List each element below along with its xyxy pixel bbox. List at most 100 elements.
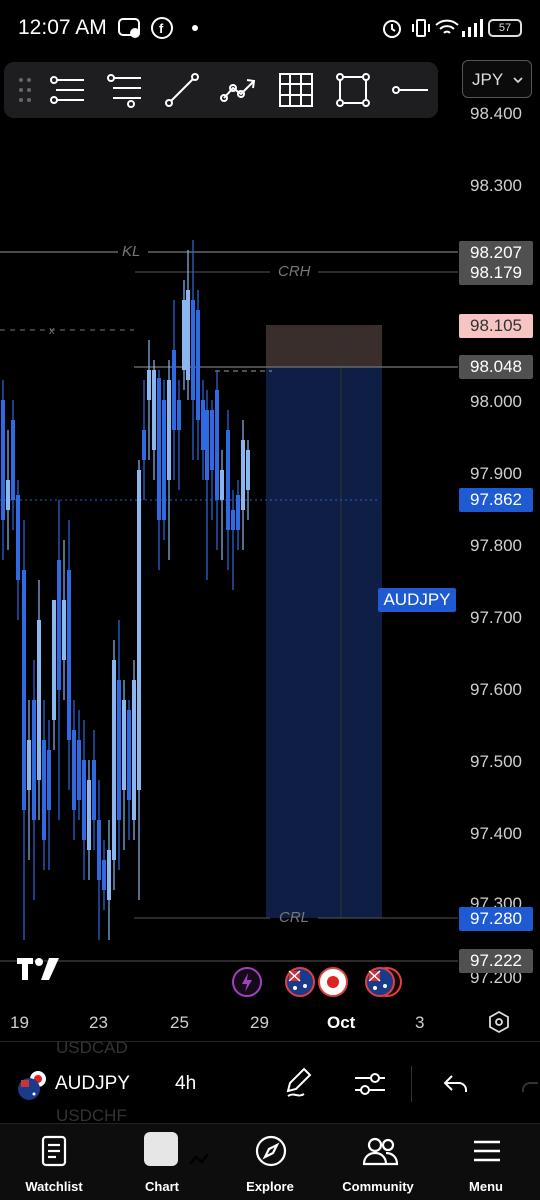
au-flag-event-icon[interactable] (365, 967, 395, 997)
wifi-icon (435, 19, 459, 34)
candle-body (72, 730, 76, 810)
redo-icon[interactable] (520, 1072, 540, 1096)
symbol-name[interactable]: AUDJPY (55, 1073, 130, 1095)
divider (411, 1066, 412, 1102)
ghost-symbol-above: USDCAD (56, 1038, 128, 1057)
nav-chart-label: Chart (145, 1179, 179, 1194)
facebook-icon: f (151, 17, 173, 39)
price-label: 97.400 (470, 824, 522, 843)
undo-icon[interactable] (442, 1072, 470, 1096)
community-icon (362, 1137, 399, 1166)
price-label: 98.300 (470, 176, 522, 195)
candles (1, 240, 250, 940)
price-label: 98.000 (470, 392, 522, 411)
candle-body (117, 680, 121, 820)
date-label: 3 (415, 1013, 425, 1032)
tradingview-logo (17, 958, 59, 980)
vibrate-icon (412, 19, 430, 37)
stop-loss-zone[interactable] (266, 325, 382, 367)
alarm-icon (383, 20, 401, 38)
price-label: 98.400 (470, 104, 522, 123)
watchlist-icon (41, 1135, 67, 1167)
candle-body (142, 430, 146, 460)
nav-watchlist[interactable]: Watchlist (0, 1124, 108, 1200)
symbol-price-tag: AUDJPY (378, 588, 456, 612)
battery-icon: 57 (488, 19, 522, 37)
pen-icon[interactable] (284, 1065, 316, 1101)
candle-body (226, 430, 230, 530)
crl-price-tag[interactable]: 97.280 (459, 907, 533, 931)
candle-body (67, 570, 71, 740)
hamburger-menu-icon (474, 1140, 500, 1162)
candlestick-chart[interactable]: x (0, 100, 540, 1005)
nav-menu[interactable]: Menu (432, 1124, 540, 1200)
lightning-event-icon[interactable] (232, 967, 262, 997)
bottom-nav: Watchlist Chart Explore Community Menu (0, 1123, 540, 1200)
stop-price-tag[interactable]: 98.105 (459, 314, 533, 338)
candle-body (37, 620, 41, 780)
candle-body (157, 378, 161, 520)
candle-body (47, 750, 51, 810)
candle-body (132, 680, 136, 820)
candle-body (102, 860, 106, 890)
candle-body (167, 380, 171, 480)
candle-body (137, 470, 141, 790)
candle-body (231, 510, 235, 530)
candle-body (22, 570, 26, 810)
au-flag-event-icon[interactable] (285, 967, 315, 997)
status-bar: 12:07 AM f 57 (0, 0, 540, 56)
candle-body (57, 560, 61, 690)
date-label: 29 (250, 1013, 269, 1032)
nav-menu-label: Menu (469, 1179, 503, 1194)
candle-body (122, 700, 126, 790)
candle-body (42, 740, 46, 840)
jp-flag-event-icon[interactable] (318, 967, 348, 997)
chart-icon (144, 1132, 209, 1166)
date-axis[interactable]: 19 23 25 29 Oct 3 (0, 1005, 540, 1041)
candle-body (152, 370, 156, 450)
candle-body (246, 450, 250, 490)
currency-select[interactable]: JPY (462, 60, 532, 98)
candle-body (62, 600, 66, 660)
date-label: 25 (170, 1013, 189, 1032)
candle-body (127, 710, 131, 800)
settings-hexagon-icon[interactable] (487, 1010, 511, 1034)
candle-body (215, 390, 219, 500)
nav-explore[interactable]: Explore (216, 1124, 324, 1200)
candle-body (27, 740, 31, 790)
candle-body (205, 410, 209, 480)
candle-body (32, 700, 36, 820)
current-price-tag[interactable]: 97.862 (459, 488, 533, 512)
profit-target-zone[interactable] (266, 367, 382, 918)
candle-body (201, 400, 205, 450)
candle-body (196, 310, 200, 420)
signal-icon (462, 19, 483, 37)
low-price-tag[interactable]: 97.222 (459, 949, 533, 973)
candle-body (87, 780, 91, 850)
candle-body (182, 300, 186, 370)
candle-body (77, 740, 81, 800)
au-flag-icon (18, 1071, 46, 1100)
entry-price-tag[interactable]: 98.048 (459, 355, 533, 379)
candle-body (172, 350, 176, 430)
indicators-icon[interactable] (353, 1069, 387, 1099)
crl-label: CRL (279, 909, 310, 926)
timeframe-button[interactable]: 4h (175, 1073, 196, 1095)
nav-chart[interactable]: Chart (108, 1124, 216, 1200)
price-chart[interactable]: x KL CRH CRL 98.400 98.300 98.000 97.900… (0, 100, 540, 1005)
candle-body (97, 820, 101, 880)
currency-select-value: JPY (472, 70, 504, 89)
candle-body (177, 400, 181, 430)
dashed-level-marker: x (49, 325, 55, 337)
candle-body (241, 440, 245, 510)
candle-body (186, 290, 190, 380)
candle-body (112, 660, 116, 860)
nav-community[interactable]: Community (324, 1124, 432, 1200)
compass-icon (255, 1135, 287, 1167)
candle-body (92, 760, 96, 820)
date-label: 23 (89, 1013, 108, 1032)
candle-body (107, 850, 111, 900)
crh-price-tag[interactable]: 98.179 (459, 261, 533, 285)
notification-dot-icon (192, 25, 198, 31)
status-time: 12:07 AM (18, 16, 107, 39)
